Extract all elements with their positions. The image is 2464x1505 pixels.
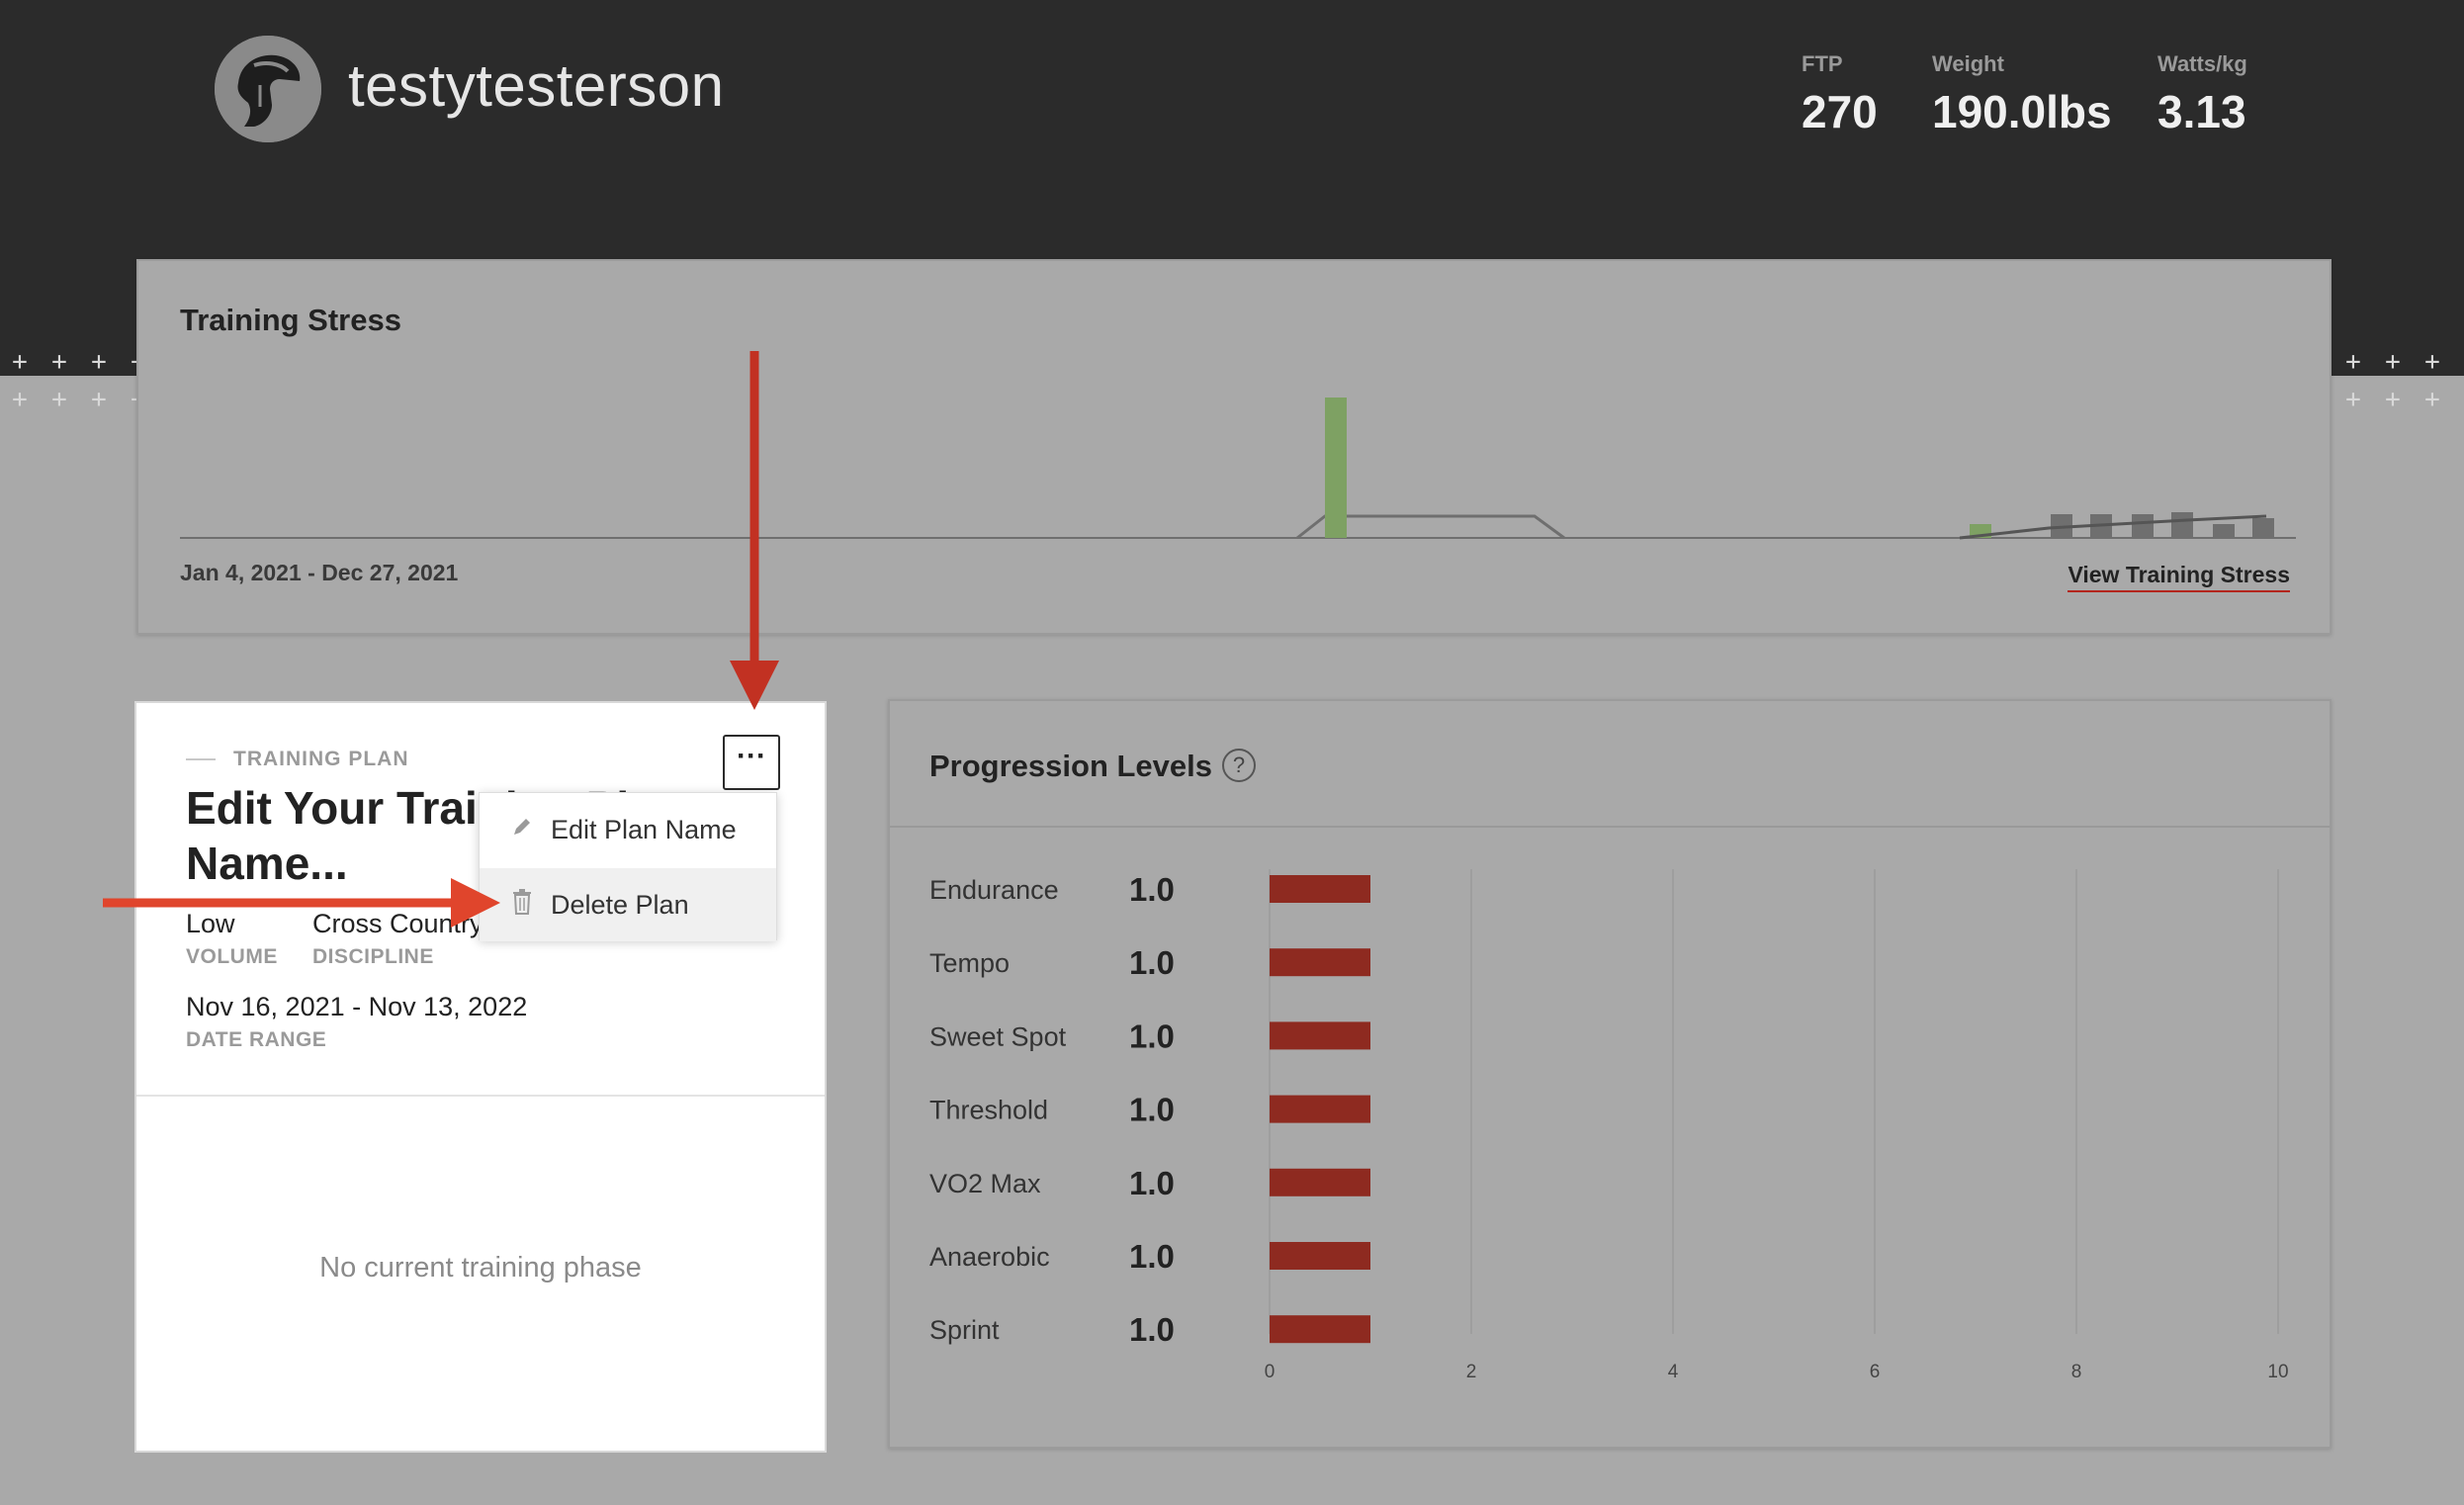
ftp-stat: FTP 270 (1802, 51, 1878, 138)
weight-value: 190.0lbs (1932, 86, 2112, 137)
weight-stat: Weight 190.0lbs (1932, 51, 2112, 138)
trash-icon (511, 888, 551, 922)
value-label: 1.0 (1129, 1311, 1175, 1348)
progression-bar (1270, 1095, 1370, 1123)
x-tick-label: 0 (1265, 1362, 1276, 1382)
username: testytesterson (348, 52, 725, 119)
value-label: 1.0 (1129, 1092, 1175, 1128)
progression-bar (1270, 1315, 1370, 1344)
x-tick-label: 2 (1466, 1362, 1477, 1382)
value-label: 1.0 (1129, 1018, 1175, 1054)
plan-options-menu: Edit Plan Name Delete Plan (479, 792, 777, 941)
progression-levels-chart: 0 2 4 6 8 10 Endurance 1.0 Tempo 1.0 Sweet Spot 1.0… (929, 869, 2289, 1382)
progression-levels-card: Progression Levels ? 0 2 4 6 8 10 Endurance 1.0… (888, 699, 2332, 1449)
volume-label: VOLUME (186, 945, 278, 968)
watts-per-kg-value: 3.13 (2157, 86, 2246, 137)
stress-bar (1325, 398, 1347, 538)
date-range-value: Nov 16, 2021 - Nov 13, 2022 (186, 992, 528, 1021)
progression-bar (1270, 1021, 1370, 1050)
category-label: Anaerobic (929, 1242, 1050, 1272)
progression-bar (1270, 1168, 1370, 1196)
no-training-phase-message: No current training phase (319, 1252, 642, 1284)
progression-bar (1270, 948, 1370, 977)
value-label: 1.0 (1129, 871, 1175, 908)
value-label: 1.0 (1129, 944, 1175, 981)
training-stress-card: Training Stress Jan 4, 2021 - Dec 27, 20… (136, 259, 2332, 635)
help-icon[interactable]: ? (1222, 749, 1256, 782)
volume-value: Low (186, 909, 235, 938)
helmet-rider-icon (215, 36, 321, 142)
stress-bar (2132, 514, 2154, 538)
stress-bar (2213, 524, 2235, 538)
delete-plan-menu-item[interactable]: Delete Plan (480, 868, 776, 941)
date-range-field: Nov 16, 2021 - Nov 13, 2022 DATE RANGE (186, 992, 527, 1052)
delete-plan-label: Delete Plan (551, 889, 689, 920)
weight-label: Weight (1932, 51, 2004, 76)
more-options-button[interactable]: ··· (723, 735, 780, 790)
discipline-label: DISCIPLINE (312, 945, 434, 968)
progression-bar (1270, 875, 1370, 903)
value-label: 1.0 (1129, 1165, 1175, 1201)
category-label: Sweet Spot (929, 1021, 1067, 1051)
watts-per-kg-label: Watts/kg (2157, 51, 2247, 76)
x-tick-label: 8 (2071, 1362, 2082, 1382)
edit-plan-name-label: Edit Plan Name (551, 814, 737, 844)
training-plan-eyebrow: TRAINING PLAN (186, 748, 409, 771)
category-label: Threshold (929, 1096, 1048, 1125)
progression-bar (1270, 1242, 1370, 1270)
view-training-stress-link[interactable]: View Training Stress (2068, 562, 2290, 592)
card-divider (136, 1095, 825, 1097)
discipline-value: Cross Country (312, 909, 484, 938)
progression-levels-title: Progression Levels (929, 749, 1213, 783)
stress-bar (2171, 512, 2193, 538)
x-tick-label: 10 (2267, 1362, 2288, 1382)
card-divider (890, 826, 2330, 828)
value-label: 1.0 (1129, 1238, 1175, 1275)
stress-bar (2252, 518, 2274, 538)
ftp-value: 270 (1802, 86, 1878, 137)
category-label: Endurance (929, 875, 1059, 905)
pencil-icon (511, 816, 551, 844)
training-stress-date-range: Jan 4, 2021 - Dec 27, 2021 (180, 560, 459, 585)
category-label: Tempo (929, 948, 1010, 978)
watts-per-kg-stat: Watts/kg 3.13 (2157, 51, 2247, 138)
category-label: VO2 Max (929, 1169, 1041, 1198)
category-label: Sprint (929, 1315, 1000, 1345)
ftp-label: FTP (1802, 51, 1843, 76)
discipline-field: Cross Country DISCIPLINE (312, 909, 484, 969)
edit-plan-name-menu-item[interactable]: Edit Plan Name (480, 793, 776, 866)
date-range-label: DATE RANGE (186, 1028, 327, 1051)
volume-field: Low VOLUME (186, 909, 278, 969)
x-tick-label: 6 (1870, 1362, 1881, 1382)
avatar (215, 36, 321, 142)
x-tick-label: 4 (1668, 1362, 1679, 1382)
training-stress-chart (180, 398, 2296, 540)
